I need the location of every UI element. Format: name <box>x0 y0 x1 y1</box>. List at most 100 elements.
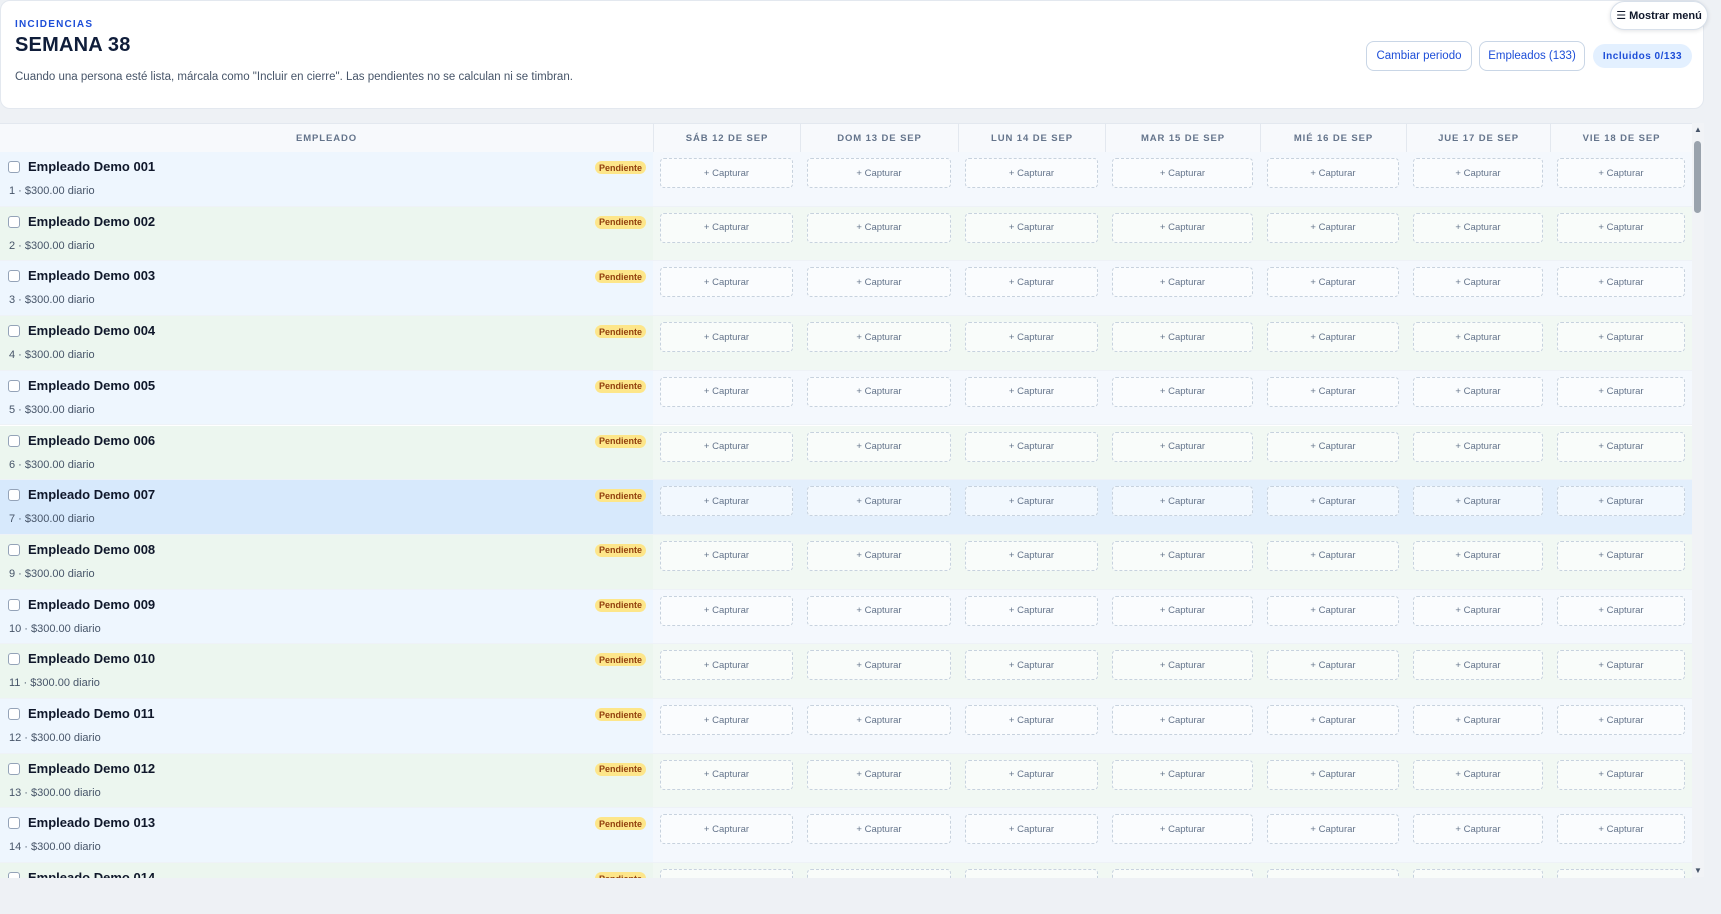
capture-button[interactable]: + Capturar <box>1112 705 1253 735</box>
capture-button[interactable]: + Capturar <box>965 869 1098 878</box>
capture-button[interactable]: + Capturar <box>1112 650 1253 681</box>
capture-button[interactable]: + Capturar <box>1112 759 1253 790</box>
capture-button[interactable]: + Capturar <box>807 486 951 517</box>
capture-button[interactable]: + Capturar <box>1267 650 1399 681</box>
capture-button[interactable]: + Capturar <box>965 212 1098 243</box>
capture-button[interactable]: + Capturar <box>660 705 793 735</box>
capture-button[interactable]: + Capturar <box>1413 158 1543 188</box>
include-checkbox[interactable] <box>8 708 20 720</box>
capture-button[interactable]: + Capturar <box>807 814 951 845</box>
capture-button[interactable]: + Capturar <box>1413 540 1543 571</box>
capture-button[interactable]: + Capturar <box>1112 376 1253 407</box>
capture-button[interactable]: + Capturar <box>1413 212 1543 243</box>
scrollbar-thumb[interactable] <box>1694 141 1701 213</box>
capture-button[interactable]: + Capturar <box>1557 650 1685 681</box>
capture-button[interactable]: + Capturar <box>660 486 793 517</box>
capture-button[interactable]: + Capturar <box>1267 431 1399 462</box>
capture-button[interactable]: + Capturar <box>660 322 793 353</box>
capture-button[interactable]: + Capturar <box>807 376 951 407</box>
capture-button[interactable]: + Capturar <box>807 759 951 790</box>
capture-button[interactable]: + Capturar <box>965 267 1098 298</box>
include-checkbox[interactable] <box>8 379 20 392</box>
capture-button[interactable]: + Capturar <box>660 158 793 188</box>
capture-button[interactable]: + Capturar <box>1413 431 1543 462</box>
capture-button[interactable]: + Capturar <box>1267 376 1399 407</box>
capture-button[interactable]: + Capturar <box>660 431 793 462</box>
include-checkbox[interactable] <box>8 598 20 611</box>
capture-button[interactable]: + Capturar <box>1267 267 1399 298</box>
capture-button[interactable]: + Capturar <box>807 869 951 878</box>
scroll-up-icon[interactable]: ▲ <box>1694 125 1702 134</box>
capture-button[interactable]: + Capturar <box>1557 212 1685 243</box>
capture-button[interactable]: + Capturar <box>1267 158 1399 188</box>
include-checkbox[interactable] <box>8 762 20 775</box>
capture-button[interactable]: + Capturar <box>1267 814 1399 845</box>
capture-button[interactable]: + Capturar <box>1112 431 1253 462</box>
capture-button[interactable]: + Capturar <box>1267 705 1399 735</box>
capture-button[interactable]: + Capturar <box>965 705 1098 735</box>
capture-button[interactable]: + Capturar <box>660 759 793 790</box>
include-checkbox[interactable] <box>8 161 20 173</box>
capture-button[interactable]: + Capturar <box>1267 595 1399 626</box>
capture-button[interactable]: + Capturar <box>807 267 951 298</box>
include-checkbox[interactable] <box>8 325 20 338</box>
capture-button[interactable]: + Capturar <box>965 431 1098 462</box>
capture-button[interactable]: + Capturar <box>807 322 951 353</box>
capture-button[interactable]: + Capturar <box>1112 595 1253 626</box>
include-checkbox[interactable] <box>8 653 20 666</box>
capture-button[interactable]: + Capturar <box>1413 814 1543 845</box>
capture-button[interactable]: + Capturar <box>1557 486 1685 517</box>
capture-button[interactable]: + Capturar <box>1267 759 1399 790</box>
capture-button[interactable]: + Capturar <box>660 869 793 878</box>
capture-button[interactable]: + Capturar <box>1557 814 1685 845</box>
capture-button[interactable]: + Capturar <box>1112 540 1253 571</box>
capture-button[interactable]: + Capturar <box>1112 212 1253 243</box>
capture-button[interactable]: + Capturar <box>660 814 793 845</box>
capture-button[interactable]: + Capturar <box>1267 212 1399 243</box>
capture-button[interactable]: + Capturar <box>1112 158 1253 188</box>
capture-button[interactable]: + Capturar <box>660 595 793 626</box>
capture-button[interactable]: + Capturar <box>965 376 1098 407</box>
capture-button[interactable]: + Capturar <box>1557 376 1685 407</box>
capture-button[interactable]: + Capturar <box>1413 595 1543 626</box>
capture-button[interactable]: + Capturar <box>660 540 793 571</box>
capture-button[interactable]: + Capturar <box>1557 705 1685 735</box>
employees-button[interactable]: Empleados (133) <box>1479 41 1585 71</box>
capture-button[interactable]: + Capturar <box>1112 322 1253 353</box>
capture-button[interactable]: + Capturar <box>1413 376 1543 407</box>
capture-button[interactable]: + Capturar <box>660 650 793 681</box>
include-checkbox[interactable] <box>8 543 20 556</box>
include-checkbox[interactable] <box>8 489 20 502</box>
capture-button[interactable]: + Capturar <box>965 814 1098 845</box>
capture-button[interactable]: + Capturar <box>965 322 1098 353</box>
capture-button[interactable]: + Capturar <box>1413 869 1543 878</box>
capture-button[interactable]: + Capturar <box>807 650 951 681</box>
capture-button[interactable]: + Capturar <box>1557 158 1685 188</box>
capture-button[interactable]: + Capturar <box>1557 869 1685 878</box>
capture-button[interactable]: + Capturar <box>965 540 1098 571</box>
capture-button[interactable]: + Capturar <box>660 267 793 298</box>
capture-button[interactable]: + Capturar <box>1112 486 1253 517</box>
capture-button[interactable]: + Capturar <box>1267 322 1399 353</box>
capture-button[interactable]: + Capturar <box>1413 705 1543 735</box>
capture-button[interactable]: + Capturar <box>807 158 951 188</box>
capture-button[interactable]: + Capturar <box>1267 540 1399 571</box>
scroll-down-icon[interactable]: ▼ <box>1694 866 1702 875</box>
capture-button[interactable]: + Capturar <box>1267 869 1399 878</box>
capture-button[interactable]: + Capturar <box>1413 267 1543 298</box>
include-checkbox[interactable] <box>8 270 20 283</box>
capture-button[interactable]: + Capturar <box>965 759 1098 790</box>
capture-button[interactable]: + Capturar <box>807 212 951 243</box>
capture-button[interactable]: + Capturar <box>965 158 1098 188</box>
include-checkbox[interactable] <box>8 872 20 878</box>
capture-button[interactable]: + Capturar <box>1413 759 1543 790</box>
capture-button[interactable]: + Capturar <box>1557 759 1685 790</box>
include-checkbox[interactable] <box>8 434 20 447</box>
capture-button[interactable]: + Capturar <box>1413 650 1543 681</box>
capture-button[interactable]: + Capturar <box>807 540 951 571</box>
include-checkbox[interactable] <box>8 817 20 830</box>
capture-button[interactable]: + Capturar <box>1557 540 1685 571</box>
change-period-button[interactable]: Cambiar periodo <box>1366 41 1472 71</box>
capture-button[interactable]: + Capturar <box>1557 267 1685 298</box>
capture-button[interactable]: + Capturar <box>1112 869 1253 878</box>
